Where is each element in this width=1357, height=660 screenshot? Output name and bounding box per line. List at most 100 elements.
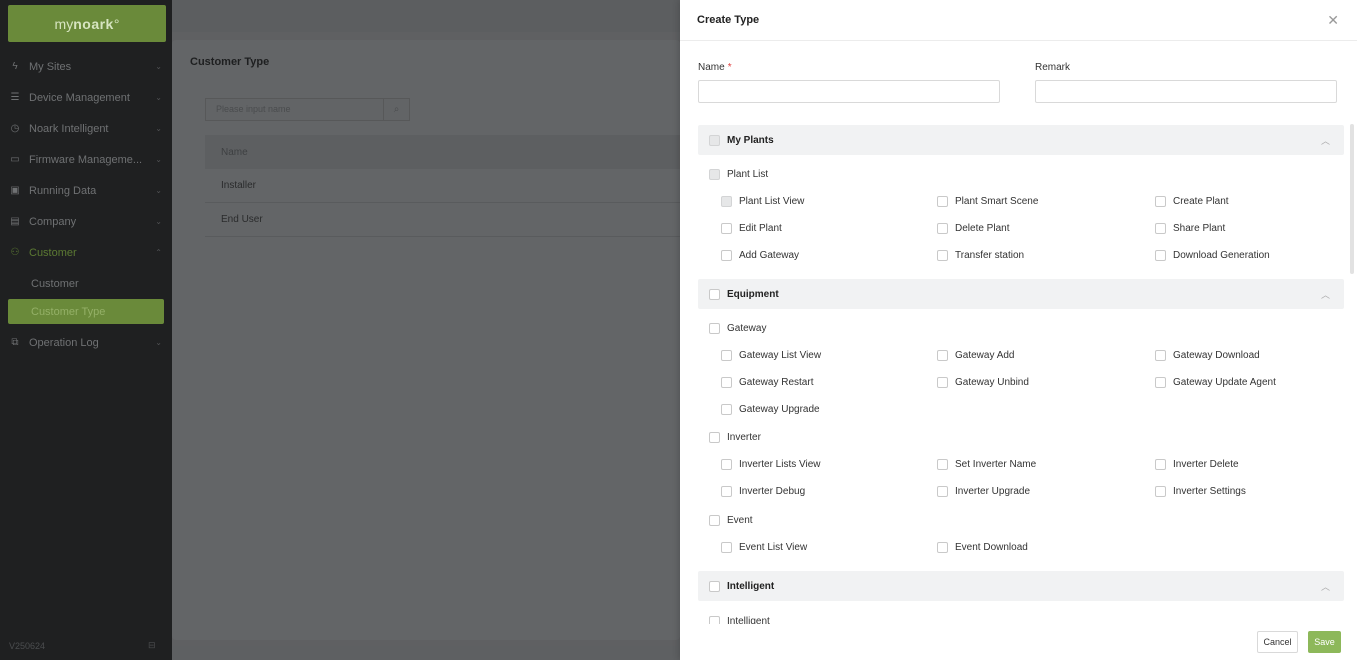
group-label: Inverter: [727, 432, 761, 443]
checkbox[interactable]: [937, 377, 948, 388]
group-checkbox[interactable]: [709, 432, 720, 443]
perm-edit-plant[interactable]: Edit Plant: [721, 223, 782, 234]
checkbox[interactable]: [1155, 350, 1166, 361]
perm-label: Download Generation: [1173, 250, 1270, 261]
users-icon: ⚇: [10, 247, 20, 258]
checkbox[interactable]: [937, 542, 948, 553]
perm-add-gateway[interactable]: Add Gateway: [721, 250, 799, 261]
section-checkbox[interactable]: [709, 134, 720, 146]
perm-gateway-upgrade[interactable]: Gateway Upgrade: [721, 404, 820, 415]
checkbox[interactable]: [1155, 223, 1166, 234]
group-event[interactable]: Event: [709, 515, 753, 526]
sidebar-subitem-customer[interactable]: Customer: [0, 268, 172, 299]
checkbox[interactable]: [937, 250, 948, 261]
perm-label: Gateway Restart: [739, 377, 814, 388]
checkbox[interactable]: [721, 486, 732, 497]
checkbox[interactable]: [937, 459, 948, 470]
checkbox[interactable]: [937, 223, 948, 234]
perm-plant-list-view[interactable]: Plant List View: [721, 196, 804, 207]
sidebar-item-customer[interactable]: ⚇ Customer ⌃: [0, 237, 172, 268]
sidebar-item-my-sites[interactable]: ϟ My Sites ⌄: [0, 51, 172, 82]
group-inverter[interactable]: Inverter: [709, 432, 761, 443]
collapse-sidebar-icon[interactable]: ⊟: [148, 640, 156, 651]
sidebar-item-operation-log[interactable]: ⧉ Operation Log ⌄: [0, 327, 172, 358]
perm-share-plant[interactable]: Share Plant: [1155, 223, 1225, 234]
perm-event-list-view[interactable]: Event List View: [721, 542, 807, 553]
group-checkbox[interactable]: [709, 169, 720, 180]
perm-gateway-add[interactable]: Gateway Add: [937, 350, 1014, 361]
section-equipment[interactable]: Equipment ︿: [698, 279, 1344, 309]
checkbox[interactable]: [1155, 486, 1166, 497]
group-plant-list[interactable]: Plant List: [709, 169, 768, 180]
remark-input[interactable]: [1035, 80, 1337, 103]
chevron-up-icon[interactable]: ︿: [1321, 580, 1330, 593]
perm-download-generation[interactable]: Download Generation: [1155, 250, 1270, 261]
section-checkbox[interactable]: [709, 288, 720, 300]
sidebar-item-device-management[interactable]: ☰ Device Management ⌄: [0, 82, 172, 113]
sidebar-item-company[interactable]: ▤ Company ⌄: [0, 206, 172, 237]
perm-transfer-station[interactable]: Transfer station: [937, 250, 1024, 261]
checkbox[interactable]: [721, 196, 732, 207]
chevron-down-icon: ⌄: [155, 217, 162, 226]
close-icon[interactable]: ✕: [1327, 13, 1339, 27]
perm-set-inverter-name[interactable]: Set Inverter Name: [937, 459, 1036, 470]
perm-label: Plant Smart Scene: [955, 196, 1039, 207]
checkbox[interactable]: [937, 196, 948, 207]
perm-inverter-settings[interactable]: Inverter Settings: [1155, 486, 1246, 497]
perm-delete-plant[interactable]: Delete Plant: [937, 223, 1009, 234]
section-checkbox[interactable]: [709, 580, 720, 592]
app-logo[interactable]: my Noark °: [8, 5, 166, 42]
chevron-down-icon: ⌄: [155, 338, 162, 347]
sidebar-item-firmware-management[interactable]: ▭ Firmware Manageme... ⌄: [0, 144, 172, 175]
search-input[interactable]: Please input name: [206, 99, 383, 120]
section-intelligent[interactable]: Intelligent ︿: [698, 571, 1344, 601]
perm-plant-smart-scene[interactable]: Plant Smart Scene: [937, 196, 1038, 207]
table-row[interactable]: End User: [205, 203, 680, 237]
perm-inverter-lists-view[interactable]: Inverter Lists View: [721, 459, 821, 470]
perm-gateway-unbind[interactable]: Gateway Unbind: [937, 377, 1029, 388]
checkbox[interactable]: [721, 377, 732, 388]
checkbox[interactable]: [721, 250, 732, 261]
scrollbar[interactable]: [1350, 124, 1354, 274]
chevron-down-icon: ⌄: [155, 93, 162, 102]
sidebar-item-running-data[interactable]: ▣ Running Data ⌄: [0, 175, 172, 206]
checkbox[interactable]: [937, 350, 948, 361]
save-button[interactable]: Save: [1308, 631, 1341, 653]
perm-inverter-debug[interactable]: Inverter Debug: [721, 486, 805, 497]
group-checkbox[interactable]: [709, 515, 720, 526]
search-icon[interactable]: ⌕: [383, 99, 409, 120]
group-checkbox[interactable]: [709, 616, 720, 624]
checkbox[interactable]: [1155, 377, 1166, 388]
perm-gateway-download[interactable]: Gateway Download: [1155, 350, 1260, 361]
checkbox[interactable]: [721, 459, 732, 470]
perm-create-plant[interactable]: Create Plant: [1155, 196, 1229, 207]
checkbox[interactable]: [721, 542, 732, 553]
perm-inverter-delete[interactable]: Inverter Delete: [1155, 459, 1239, 470]
perm-gateway-list-view[interactable]: Gateway List View: [721, 350, 821, 361]
checkbox[interactable]: [721, 223, 732, 234]
section-label: Equipment: [727, 288, 779, 300]
perm-gateway-update-agent[interactable]: Gateway Update Agent: [1155, 377, 1276, 388]
checkbox[interactable]: [1155, 196, 1166, 207]
checkbox[interactable]: [721, 350, 732, 361]
version-label: V250624: [9, 641, 46, 651]
group-intelligent[interactable]: Intelligent: [709, 616, 770, 624]
name-input[interactable]: [698, 80, 1000, 103]
perm-inverter-upgrade[interactable]: Inverter Upgrade: [937, 486, 1030, 497]
perm-event-download[interactable]: Event Download: [937, 542, 1028, 553]
checkbox[interactable]: [1155, 250, 1166, 261]
perm-gateway-restart[interactable]: Gateway Restart: [721, 377, 813, 388]
group-checkbox[interactable]: [709, 323, 720, 334]
sidebar-item-noark-intelligent[interactable]: ◷ Noark Intelligent ⌄: [0, 113, 172, 144]
chevron-up-icon[interactable]: ︿: [1321, 288, 1330, 301]
group-gateway[interactable]: Gateway: [709, 323, 766, 334]
table-row[interactable]: Installer: [205, 169, 680, 203]
section-my-plants[interactable]: My Plants ︿: [698, 125, 1344, 155]
checkbox[interactable]: [1155, 459, 1166, 470]
chevron-up-icon[interactable]: ︿: [1321, 134, 1330, 147]
sidebar-subitem-customer-type[interactable]: Customer Type: [8, 299, 164, 324]
building-icon: ▤: [10, 216, 20, 227]
checkbox[interactable]: [721, 404, 732, 415]
checkbox[interactable]: [937, 486, 948, 497]
cancel-button[interactable]: Cancel: [1257, 631, 1298, 653]
